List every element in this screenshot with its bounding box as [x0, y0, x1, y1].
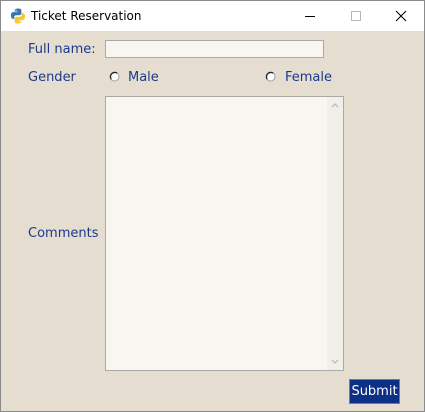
radio-female-label[interactable]: Female — [285, 70, 332, 86]
full-name-input[interactable] — [105, 40, 324, 58]
comments-box — [105, 96, 344, 371]
comments-label: Comments — [28, 226, 99, 241]
maximize-icon — [351, 11, 361, 21]
comments-textarea[interactable] — [106, 97, 327, 370]
close-button[interactable] — [378, 1, 424, 31]
app-window: Ticket Reservation Full name: Gender Mal… — [0, 0, 425, 412]
radio-female[interactable] — [265, 71, 276, 82]
radio-male-label[interactable]: Male — [128, 70, 159, 86]
gender-label: Gender — [28, 70, 76, 85]
scroll-up-icon[interactable] — [331, 102, 339, 108]
submit-button[interactable]: Submit — [349, 379, 400, 404]
scroll-down-icon[interactable] — [331, 359, 339, 365]
comments-scrollbar[interactable] — [327, 97, 343, 370]
maximize-button[interactable] — [333, 1, 379, 31]
python-icon — [11, 8, 25, 24]
close-icon — [395, 10, 407, 22]
minimize-button[interactable] — [287, 1, 333, 31]
minimize-icon — [305, 16, 315, 17]
title-bar[interactable]: Ticket Reservation — [1, 1, 424, 31]
window-title: Ticket Reservation — [31, 9, 142, 23]
full-name-label: Full name: — [28, 42, 96, 57]
radio-male[interactable] — [109, 71, 120, 82]
